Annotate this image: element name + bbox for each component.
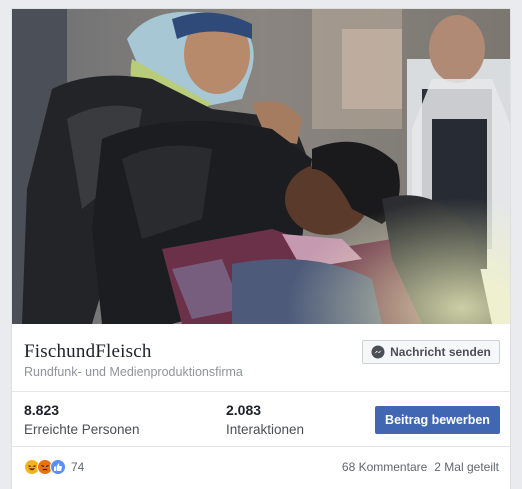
send-message-button[interactable]: Nachricht senden (362, 340, 500, 364)
like-icon (50, 459, 66, 475)
shares-count-link[interactable]: 2 Mal geteilt (434, 460, 499, 474)
boost-post-button[interactable]: Beitrag bewerben (375, 406, 500, 434)
page-name[interactable]: FischundFleisch (24, 341, 152, 363)
messenger-icon (371, 345, 385, 359)
reach-value: 8.823 (24, 402, 60, 418)
post-card: FischundFleisch Rundfunk- und Medienprod… (11, 8, 511, 489)
photo-image (12, 9, 510, 324)
engagement-summary: 68 Kommentare 2 Mal geteilt (342, 460, 499, 474)
divider (12, 391, 510, 392)
reactions-summary[interactable]: 74 (24, 459, 84, 475)
post-photo[interactable] (12, 9, 510, 324)
interactions-label[interactable]: Interaktionen (226, 422, 304, 437)
reach-label[interactable]: Erreichte Personen (24, 422, 140, 437)
reaction-count: 74 (71, 460, 85, 474)
interactions-value: 2.083 (226, 402, 262, 418)
comments-count-link[interactable]: 68 Kommentare (342, 460, 427, 474)
send-message-label: Nachricht senden (390, 345, 491, 359)
divider (12, 446, 510, 447)
page-category: Rundfunk- und Medienproduktionsfirma (24, 365, 243, 379)
